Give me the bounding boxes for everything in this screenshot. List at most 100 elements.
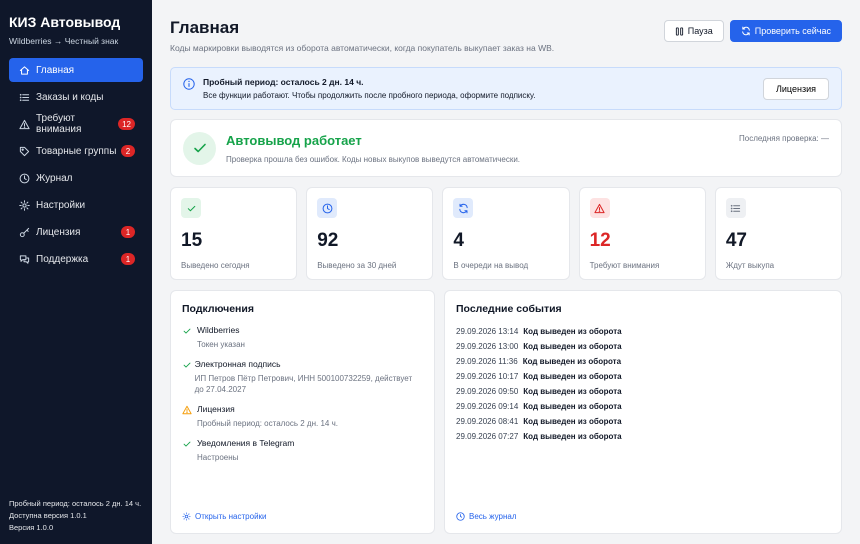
pause-button[interactable]: Пауза xyxy=(663,20,724,42)
stat-label: Выведено за 30 дней xyxy=(317,261,397,270)
connections-list: Wildberries Токен указан Электронная подпи… xyxy=(182,325,423,463)
sidebar-item-label: Заказы и коды xyxy=(36,91,104,103)
connection-item: Лицензия Пробный период: осталось 2 дн. 1… xyxy=(182,404,423,429)
event-row: 29.09.2026 07:27 Код выведен из оборота xyxy=(456,429,830,444)
open-settings-link[interactable]: Открыть настройки xyxy=(182,512,267,521)
full-journal-link[interactable]: Весь журнал xyxy=(456,512,517,521)
event-time: 29.09.2026 09:50 xyxy=(456,387,519,396)
sidebar-item-7[interactable]: Поддержка 1 xyxy=(9,247,143,271)
status-card: Автовывод работает Проверка прошла без о… xyxy=(170,119,842,177)
stat-card[interactable]: 4 В очереди на вывод xyxy=(442,187,570,280)
pause-icon xyxy=(675,26,684,36)
stat-value: 4 xyxy=(453,230,464,251)
events-list: 29.09.2026 13:14 Код выведен из оборота 29… xyxy=(456,324,830,444)
event-text: Код выведен из оборота xyxy=(523,372,622,381)
event-row: 29.09.2026 08:41 Код выведен из оборота xyxy=(456,414,830,429)
stat-card[interactable]: 12 Требуют внимания xyxy=(578,187,706,280)
count-badge: 2 xyxy=(121,145,135,157)
page-header: Главная Коды маркировки выводятся из обо… xyxy=(170,16,842,53)
stat-value: 92 xyxy=(317,230,339,251)
count-badge: 1 xyxy=(121,226,135,238)
main-content: Главная Коды маркировки выводятся из обо… xyxy=(152,0,860,544)
warning-icon xyxy=(182,404,197,429)
sidebar-item-label: Требуют внимания xyxy=(36,113,82,135)
tag-icon xyxy=(17,146,31,157)
list-icon xyxy=(725,198,746,218)
event-text: Код выведен из оборота xyxy=(523,387,622,396)
event-text: Код выведен из оборота xyxy=(523,417,622,426)
home-icon xyxy=(17,65,31,76)
key-icon xyxy=(17,227,31,238)
sidebar-item-1[interactable]: Заказы и коды xyxy=(9,85,143,109)
header-actions: Пауза Проверить сейчас xyxy=(663,20,842,42)
stat-value: 15 xyxy=(181,230,203,251)
check-now-button[interactable]: Проверить сейчас xyxy=(729,20,842,42)
gear-icon xyxy=(17,199,31,211)
clock-icon xyxy=(456,512,465,521)
sidebar-footer: Пробный период: осталось 2 дн. 14 ч. Дос… xyxy=(0,498,152,544)
sidebar-item-label: Журнал xyxy=(36,172,73,184)
open-settings-label: Открыть настройки xyxy=(195,512,267,521)
sidebar-item-2[interactable]: Требуют внимания 12 xyxy=(9,112,143,136)
check-icon xyxy=(182,325,197,350)
event-time: 29.09.2026 08:41 xyxy=(456,417,519,426)
status-check-icon xyxy=(183,131,216,165)
pause-label: Пауза xyxy=(687,26,713,36)
event-text: Код выведен из оборота xyxy=(523,432,622,441)
stat-value: 47 xyxy=(725,230,747,251)
sidebar-item-6[interactable]: Лицензия 1 xyxy=(9,220,143,244)
events-panel: Последние события 29.09.2026 13:14 Код вы… xyxy=(444,290,842,534)
trial-banner-title: Пробный период: осталось 2 дн. 14 ч. xyxy=(203,77,364,87)
connections-panel: Подключения Wildberries Токен указан Элект… xyxy=(170,290,435,534)
connections-title: Подключения xyxy=(182,303,254,315)
info-icon xyxy=(183,77,195,90)
stat-value: 12 xyxy=(589,230,611,251)
check-now-label: Проверить сейчас xyxy=(754,26,831,36)
sidebar-item-5[interactable]: Настройки xyxy=(9,193,143,217)
gear-icon xyxy=(182,512,191,521)
events-title: Последние события xyxy=(456,303,562,315)
count-badge: 12 xyxy=(118,118,135,130)
sidebar-item-label: Настройки xyxy=(36,199,86,211)
sidebar-item-4[interactable]: Журнал xyxy=(9,166,143,190)
event-text: Код выведен из оборота xyxy=(523,342,622,351)
brand: КИЗ Автовывод Wildberries → Честный знак xyxy=(0,0,152,58)
sidebar-item-label: Поддержка xyxy=(36,253,89,265)
connection-name: Лицензия xyxy=(197,404,235,414)
refresh-icon xyxy=(453,198,474,218)
connection-item: Wildberries Токен указан xyxy=(182,325,423,350)
stat-label: Требуют внимания xyxy=(589,261,660,270)
connection-item: Уведомления в Telegram Настроены xyxy=(182,438,423,463)
stat-label: Выведено сегодня xyxy=(181,261,250,270)
event-row: 29.09.2026 13:00 Код выведен из оборота xyxy=(456,339,830,354)
stat-card[interactable]: 47 Ждут выкупа xyxy=(714,187,843,280)
trial-remaining: Пробный период: осталось 2 дн. 14 ч. xyxy=(9,499,142,508)
stat-card[interactable]: 15 Выведено сегодня xyxy=(170,187,298,280)
connection-desc: ИП Петров Пётр Петрович, ИНН 50010073225… xyxy=(194,374,413,394)
trial-banner: Пробный период: осталось 2 дн. 14 ч. Все… xyxy=(170,67,842,110)
sidebar-item-label: Товарные группы xyxy=(36,145,117,157)
list-icon xyxy=(17,92,31,103)
event-time: 29.09.2026 11:36 xyxy=(456,357,518,366)
connection-name: Wildberries xyxy=(197,325,240,335)
event-row: 29.09.2026 10:17 Код выведен из оборота xyxy=(456,369,830,384)
stat-card[interactable]: 92 Выведено за 30 дней xyxy=(306,187,434,280)
warning-icon xyxy=(589,198,610,218)
sidebar-nav: Главная Заказы и коды Требуют внимания 12 То… xyxy=(0,58,152,274)
brand-title: КИЗ Автовывод xyxy=(9,14,121,30)
chat-icon xyxy=(17,254,31,265)
stat-label: В очереди на вывод xyxy=(453,261,529,270)
status-text: Проверка прошла без ошибок. Коды новых в… xyxy=(226,154,521,164)
check-icon xyxy=(182,438,197,463)
check-icon xyxy=(181,198,201,218)
stats-row: 15 Выведено сегодня 92 Выведено за 30 дней 4… xyxy=(170,187,843,280)
sidebar-item-0[interactable]: Главная xyxy=(9,58,143,82)
update-available[interactable]: Доступна версия 1.0.1 xyxy=(9,510,143,522)
event-time: 29.09.2026 07:27 xyxy=(456,432,519,441)
check-icon xyxy=(182,359,195,395)
bottom-panels: Подключения Wildberries Токен указан Элект… xyxy=(170,290,842,534)
brand-subtitle: Wildberries → Честный знак xyxy=(9,36,119,46)
connection-item: Электронная подпись ИП Петров Пётр Петров… xyxy=(182,359,423,395)
license-button[interactable]: Лицензия xyxy=(763,77,829,100)
sidebar-item-3[interactable]: Товарные группы 2 xyxy=(9,139,143,163)
